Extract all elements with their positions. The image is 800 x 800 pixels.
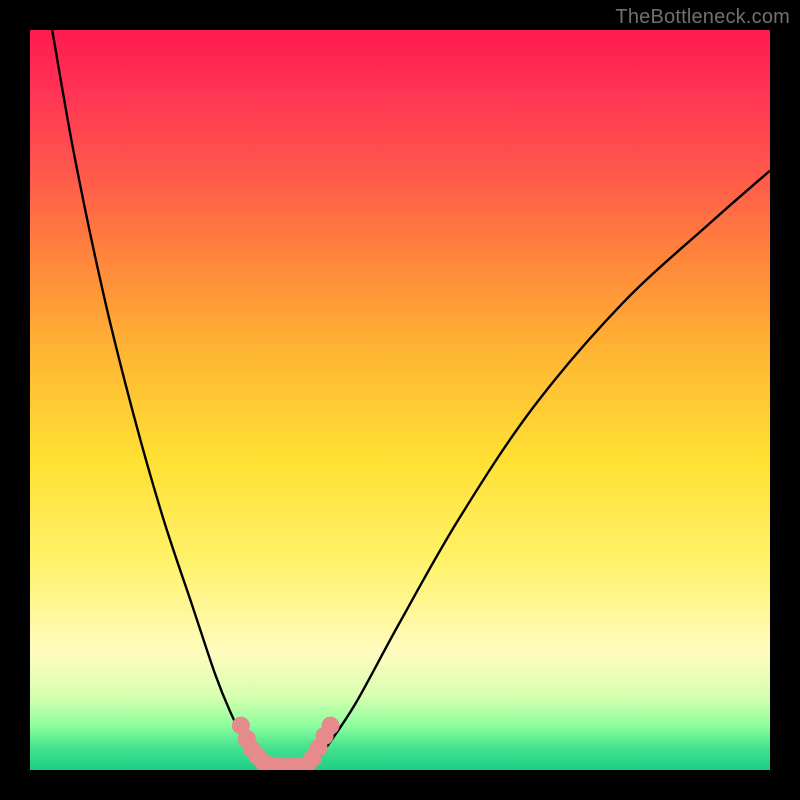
curve-layer <box>30 30 770 770</box>
bottleneck-curve-path <box>52 30 770 767</box>
plot-area <box>30 30 770 770</box>
highlight-dot <box>321 717 339 735</box>
highlight-region <box>232 717 340 770</box>
bottleneck-curve <box>52 30 770 767</box>
chart-frame: TheBottleneck.com <box>0 0 800 800</box>
watermark-label: TheBottleneck.com <box>615 6 790 29</box>
